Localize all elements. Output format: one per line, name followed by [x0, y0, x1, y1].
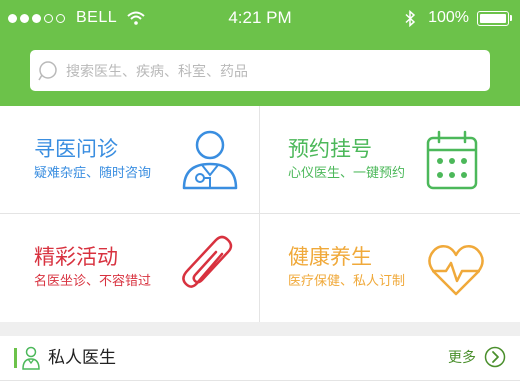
feature-grid: 寻医问诊 疑难杂症、随时咨询 预约挂号 心仪医生、一键预约 精彩活动 名医坐诊、… [0, 106, 520, 322]
paperclip-icon [182, 235, 233, 288]
battery-percent: 100% [428, 9, 469, 26]
private-doctor-section: 私人医生 更多 [0, 336, 520, 381]
tile-title: 精彩活动 [34, 245, 118, 269]
tile-title: 寻医问诊 [34, 137, 118, 161]
bluetooth-icon [405, 9, 416, 27]
tile-subtitle: 名医坐诊、不容错过 [34, 274, 152, 289]
tile-events[interactable]: 精彩活动 名医坐诊、不容错过 [0, 214, 260, 322]
doctor-small-icon [22, 346, 40, 370]
section-accent-bar [14, 348, 17, 368]
search-box[interactable]: 搜索医生、疾病、科室、药品 [30, 50, 490, 91]
section-title: 私人医生 [48, 348, 116, 368]
calendar-icon [426, 130, 478, 190]
app-header: BELL 4:21 PM 100% 搜索医生、疾病、科室、药品 [0, 0, 520, 106]
more-label[interactable]: 更多 [448, 347, 476, 367]
search-icon [38, 60, 57, 80]
tile-subtitle: 医疗保健、私人订制 [288, 274, 406, 289]
section-divider [0, 322, 520, 336]
tile-health[interactable]: 健康养生 医疗保健、私人订制 [260, 214, 520, 322]
tile-subtitle: 疑难杂症、随时咨询 [34, 166, 152, 181]
chevron-right-circle-icon[interactable] [484, 346, 506, 368]
more-link[interactable]: 更多 [448, 346, 506, 368]
search-placeholder[interactable]: 搜索医生、疾病、科室、药品 [66, 61, 248, 81]
tile-appointment[interactable]: 预约挂号 心仪医生、一键预约 [260, 106, 520, 214]
tile-consult[interactable]: 寻医问诊 疑难杂症、随时咨询 [0, 106, 260, 214]
tile-subtitle: 心仪医生、一键预约 [288, 166, 406, 181]
heart-pulse-icon [428, 245, 484, 296]
status-bar: BELL 4:21 PM 100% [0, 0, 520, 36]
battery-icon [477, 10, 509, 26]
tile-title: 预约挂号 [288, 137, 372, 161]
battery-cap [510, 15, 512, 21]
tile-title: 健康养生 [288, 245, 372, 269]
status-right: 100% [404, 9, 512, 27]
doctor-icon [182, 130, 238, 190]
